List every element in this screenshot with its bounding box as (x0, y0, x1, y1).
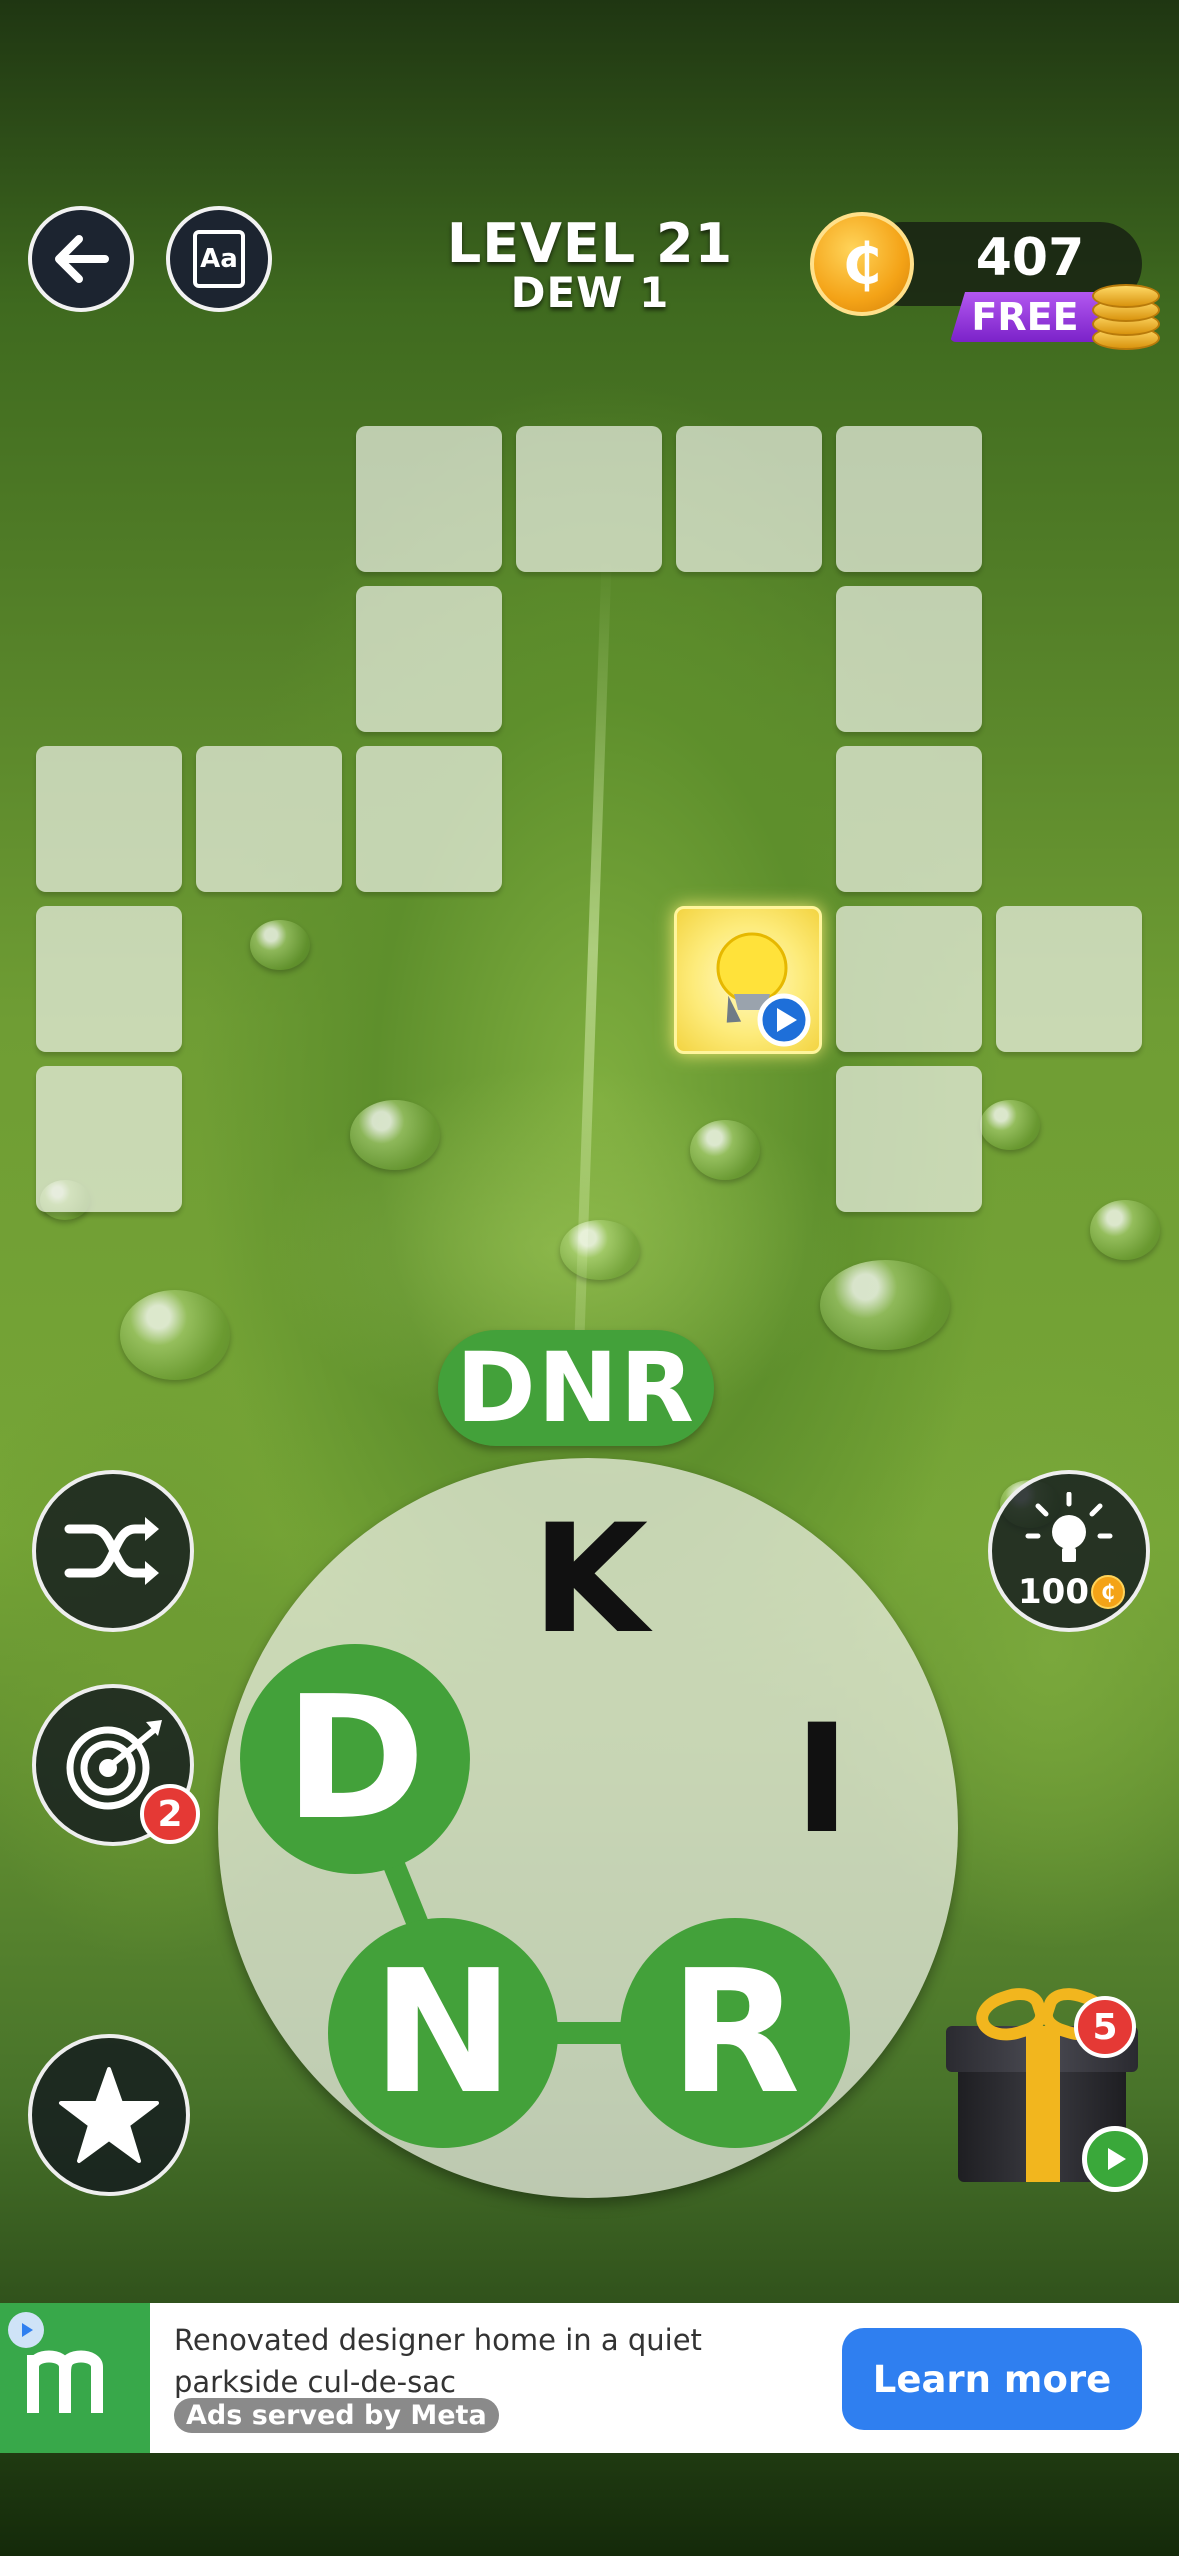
water-drop (250, 920, 310, 970)
water-drop (820, 1260, 950, 1350)
coin-stack-icon (1092, 278, 1160, 354)
grid-cell (356, 746, 502, 892)
arrow-left-icon (55, 235, 109, 283)
grid-cell (836, 586, 982, 732)
star-icon (59, 2067, 159, 2163)
grid-cell (356, 426, 502, 572)
play-icon (1082, 2126, 1148, 2192)
grid-cell (836, 746, 982, 892)
target-badge: 2 (140, 1784, 200, 1844)
water-drop (690, 1120, 760, 1180)
grid-cell (836, 906, 982, 1052)
video-hint-cell[interactable] (674, 906, 822, 1054)
shuffle-button[interactable] (32, 1470, 194, 1632)
current-word-preview: DNR (438, 1330, 714, 1446)
coin-icon: ₵ (1090, 1575, 1125, 1609)
grid-cell (836, 1066, 982, 1212)
favorites-button[interactable] (28, 2034, 190, 2196)
book-icon: Aa (193, 230, 245, 288)
lightbulb-play-icon (716, 932, 811, 1047)
ad-info-icon[interactable] (8, 2312, 44, 2348)
back-button[interactable] (28, 206, 134, 312)
shuffle-icon (64, 1517, 159, 1585)
grid-cell (196, 746, 342, 892)
water-drop (350, 1100, 440, 1170)
level-title: LEVEL 21 (446, 212, 734, 275)
hint-cost-value: 100 (1018, 1572, 1089, 1612)
grid-cell (36, 746, 182, 892)
water-drop (980, 1100, 1040, 1150)
coin-icon: ₵ (810, 212, 914, 316)
wheel-letter-d[interactable]: D (240, 1644, 470, 1874)
grid-cell (36, 1066, 182, 1212)
grid-cell (836, 426, 982, 572)
wheel-letter-i[interactable]: I (732, 1690, 912, 1870)
grid-cell (356, 586, 502, 732)
free-coins-button[interactable]: FREE (950, 292, 1100, 342)
grid-cell (996, 906, 1142, 1052)
grid-cell (36, 906, 182, 1052)
wheel-letter-n[interactable]: N (328, 1918, 558, 2148)
gift-badge: 5 (1074, 1996, 1136, 2058)
water-drop (560, 1220, 640, 1280)
grid-cell (516, 426, 662, 572)
lightbulb-icon (1025, 1492, 1113, 1562)
m-logo-icon (27, 2350, 103, 2413)
water-drop (120, 1290, 230, 1380)
dictionary-label: Aa (200, 244, 238, 274)
grid-cell (676, 426, 822, 572)
wheel-letter-k[interactable]: K (500, 1490, 680, 1670)
water-drop (1090, 1200, 1160, 1260)
gift-ribbon (1026, 2026, 1060, 2182)
dictionary-button[interactable]: Aa (166, 206, 272, 312)
learn-more-button[interactable]: Learn more (842, 2328, 1142, 2430)
wheel-letter-r[interactable]: R (620, 1918, 850, 2148)
level-subtitle: DEW 1 (510, 268, 670, 317)
ad-text: Renovated designer home in a quiet parks… (174, 2323, 702, 2399)
hint-cost: 100 ₵ (1018, 1572, 1125, 1612)
ad-source-label: Ads served by Meta (174, 2398, 499, 2433)
